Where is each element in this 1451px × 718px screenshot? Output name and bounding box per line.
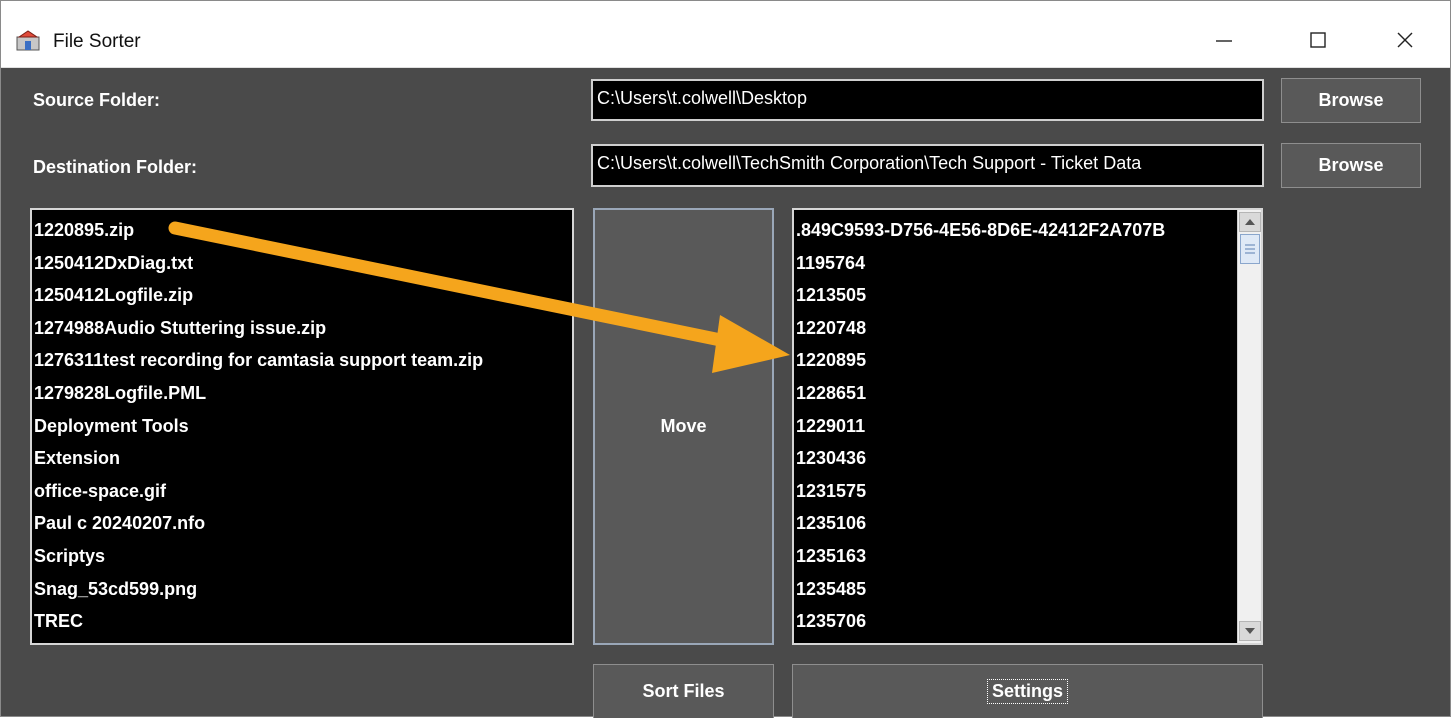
- list-item[interactable]: Snag_53cd599.png: [32, 573, 572, 606]
- list-item[interactable]: Deployment Tools: [32, 410, 572, 443]
- destination-folder-input[interactable]: C:\Users\t.colwell\TechSmith Corporation…: [591, 144, 1264, 187]
- source-file-list[interactable]: 1220895.zip 1250412DxDiag.txt 1250412Logfi…: [30, 208, 574, 645]
- list-item[interactable]: 1220895: [794, 344, 1234, 377]
- list-item[interactable]: 1235106: [794, 507, 1234, 540]
- list-item[interactable]: 1229011: [794, 410, 1234, 443]
- title-bar: File Sorter: [1, 1, 1450, 68]
- list-item[interactable]: Paul c 20240207.nfo: [32, 507, 572, 540]
- list-item[interactable]: 1279828Logfile.PML: [32, 377, 572, 410]
- destination-folder-label: Destination Folder:: [33, 157, 198, 177]
- list-item[interactable]: 1220748: [794, 312, 1234, 345]
- list-item[interactable]: 1220895.zip: [32, 214, 572, 247]
- list-item[interactable]: .849C9593-D756-4E56-8D6E-42412F2A707B: [794, 214, 1234, 247]
- destination-folder-list[interactable]: .849C9593-D756-4E56-8D6E-42412F2A707B 119…: [792, 208, 1263, 645]
- scroll-thumb[interactable]: [1240, 234, 1260, 264]
- list-item[interactable]: Extension: [32, 442, 572, 475]
- list-item[interactable]: 1228651: [794, 377, 1234, 410]
- list-item[interactable]: 1274988Audio Stuttering issue.zip: [32, 312, 572, 345]
- list-item[interactable]: 1231575: [794, 475, 1234, 508]
- source-folder-input[interactable]: C:\Users\t.colwell\Desktop: [591, 79, 1264, 121]
- move-button[interactable]: Move: [593, 208, 774, 645]
- minimize-icon: [1216, 40, 1232, 42]
- scroll-down-arrow-icon[interactable]: [1239, 621, 1261, 641]
- maximize-icon: [1310, 32, 1326, 48]
- list-item[interactable]: TREC: [32, 605, 572, 638]
- list-item[interactable]: office-space.gif: [32, 475, 572, 508]
- app-icon: [16, 29, 40, 51]
- window-title: File Sorter: [53, 31, 141, 52]
- close-button[interactable]: [1375, 17, 1435, 63]
- scroll-up-arrow-icon[interactable]: [1239, 212, 1261, 232]
- settings-button-label: Settings: [986, 679, 1068, 704]
- sort-files-button[interactable]: Sort Files: [593, 664, 774, 718]
- source-folder-label: Source Folder:: [33, 90, 161, 110]
- list-item[interactable]: 1213505: [794, 279, 1234, 312]
- close-icon: [1397, 32, 1413, 48]
- list-item[interactable]: 1276311test recording for camtasia suppo…: [32, 344, 572, 377]
- list-item[interactable]: 1235163: [794, 540, 1234, 573]
- maximize-button[interactable]: [1288, 17, 1348, 63]
- file-sorter-window: File Sorter Source Folder: C:\Users\t.co…: [0, 0, 1451, 718]
- destination-list-scrollbar[interactable]: [1237, 210, 1261, 643]
- list-item[interactable]: Scriptys: [32, 540, 572, 573]
- list-item[interactable]: 1235706: [794, 605, 1234, 638]
- list-item[interactable]: 1235485: [794, 573, 1234, 606]
- list-item[interactable]: 1250412Logfile.zip: [32, 279, 572, 312]
- list-item[interactable]: 1195764: [794, 247, 1234, 280]
- list-item[interactable]: 1230436: [794, 442, 1234, 475]
- minimize-button[interactable]: [1194, 17, 1254, 63]
- settings-button[interactable]: Settings: [792, 664, 1263, 718]
- list-item[interactable]: 1250412DxDiag.txt: [32, 247, 572, 280]
- source-browse-button[interactable]: Browse: [1281, 78, 1421, 123]
- destination-browse-button[interactable]: Browse: [1281, 143, 1421, 188]
